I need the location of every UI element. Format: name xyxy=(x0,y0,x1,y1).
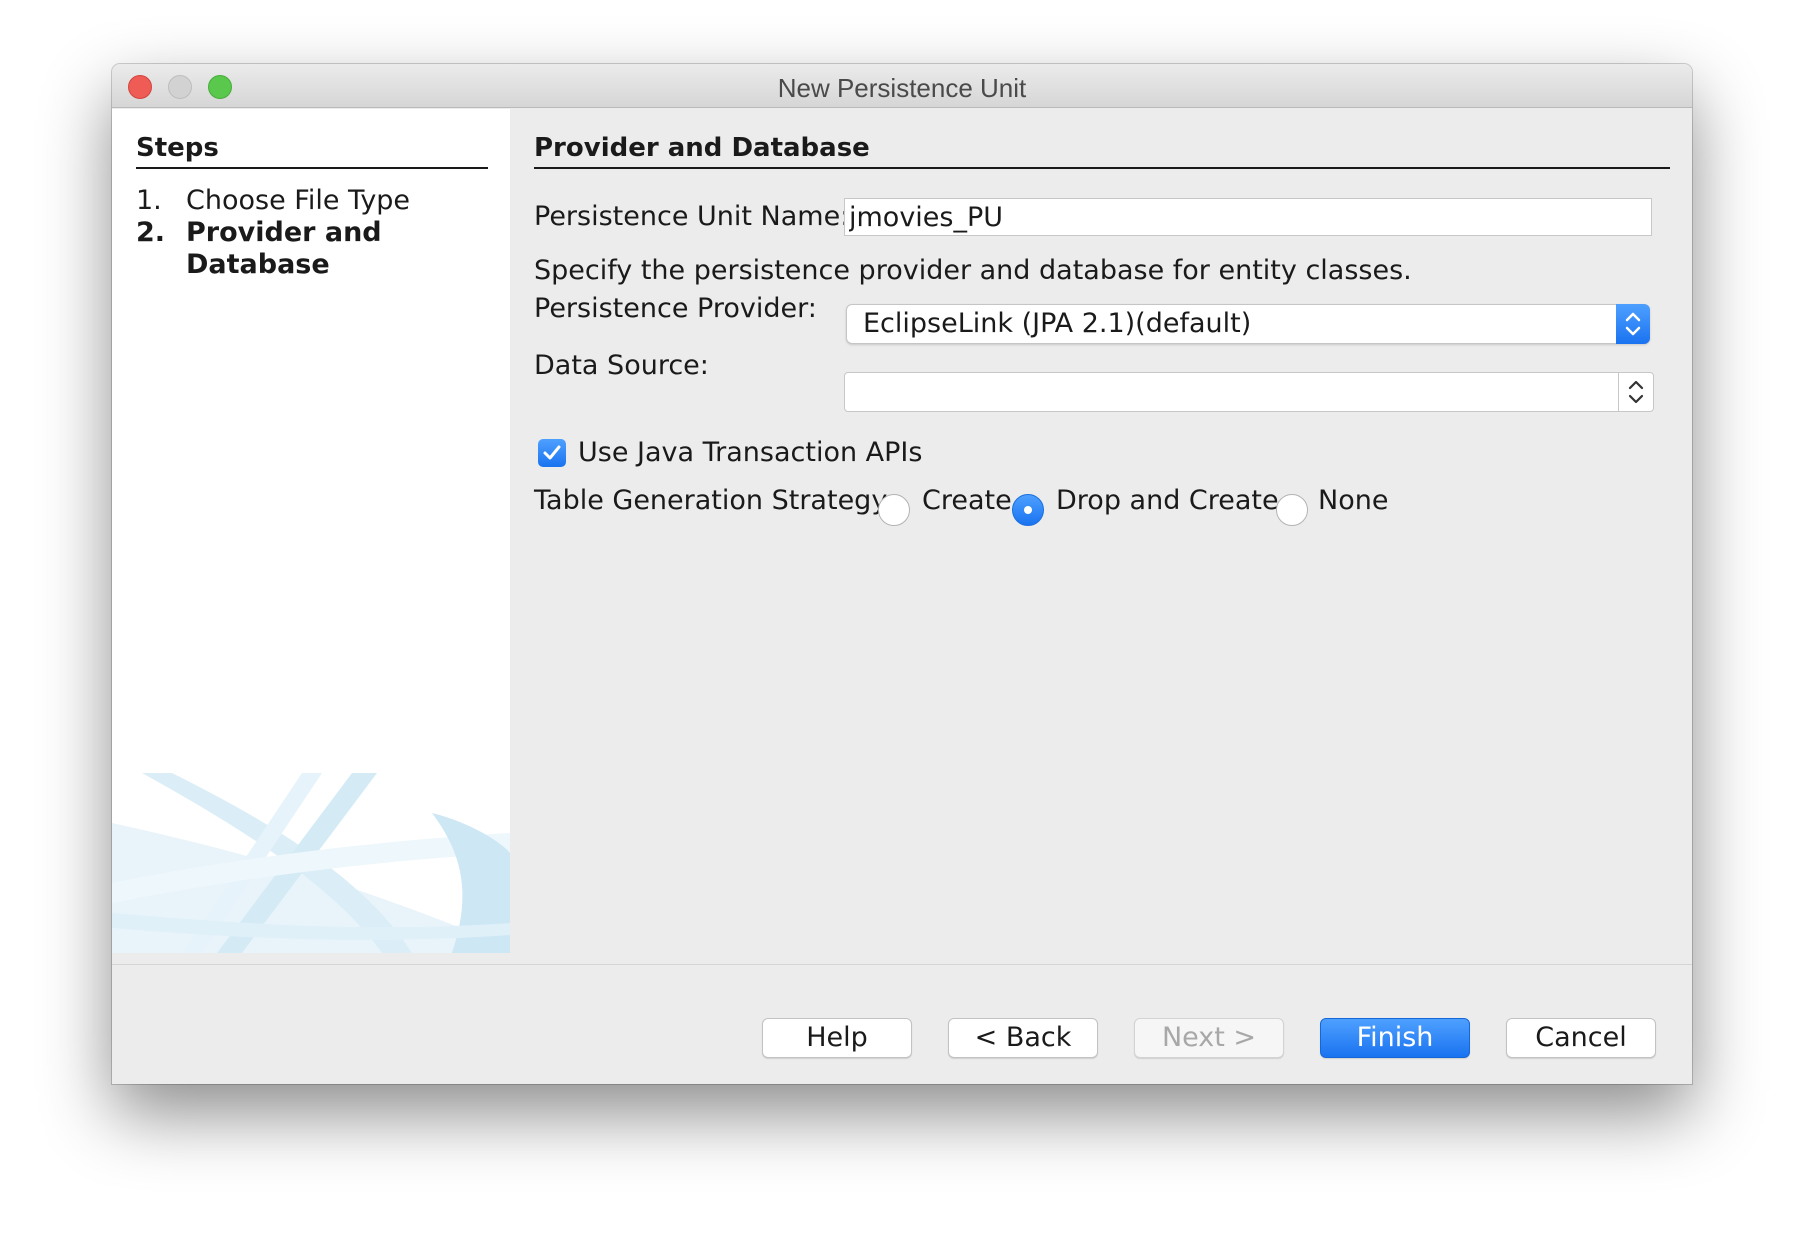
strategy-option-drop-and-create-label[interactable]: Drop and Create xyxy=(1056,485,1279,516)
unit-name-input[interactable] xyxy=(844,198,1652,236)
updown-chevron-icon xyxy=(1616,304,1650,344)
help-button[interactable]: Help xyxy=(762,1018,912,1058)
step-label: Choose File Type xyxy=(186,185,411,216)
provider-select[interactable]: EclipseLink (JPA 2.1)(default) xyxy=(846,304,1650,344)
decorative-swoosh-graphic xyxy=(112,773,510,953)
main-content: Provider and Database Persistence Unit N… xyxy=(534,109,1670,526)
finish-button[interactable]: Finish xyxy=(1320,1018,1470,1058)
strategy-radio-none[interactable] xyxy=(1276,494,1308,526)
provider-label: Persistence Provider: xyxy=(534,293,817,324)
next-button[interactable]: Next > xyxy=(1134,1018,1284,1058)
data-source-combobox[interactable] xyxy=(844,372,1654,412)
footer-divider xyxy=(112,964,1692,965)
data-source-field[interactable] xyxy=(845,373,1619,411)
step-item-choose-file-type: 1. Choose File Type xyxy=(136,185,496,219)
description-text: Specify the persistence provider and dat… xyxy=(534,255,1412,286)
strategy-radio-drop-and-create[interactable] xyxy=(1012,494,1044,526)
window-title: New Persistence Unit xyxy=(777,73,1027,103)
cancel-button[interactable]: Cancel xyxy=(1506,1018,1656,1058)
unit-name-label: Persistence Unit Name: xyxy=(534,201,850,232)
strategy-radio-create[interactable] xyxy=(878,494,910,526)
updown-chevron-icon[interactable] xyxy=(1619,373,1653,411)
section-title: Provider and Database xyxy=(534,133,1670,169)
back-button[interactable]: < Back xyxy=(948,1018,1098,1058)
jta-checkbox-label[interactable]: Use Java Transaction APIs xyxy=(578,437,922,468)
provider-select-value: EclipseLink (JPA 2.1)(default) xyxy=(863,308,1252,339)
strategy-label: Table Generation Strategy: xyxy=(534,485,895,516)
steps-panel: Steps 1. Choose File Type 2. Provider an… xyxy=(112,109,510,953)
step-label: Provider and Database xyxy=(186,217,382,280)
step-number: 1. xyxy=(136,185,162,216)
steps-heading: Steps xyxy=(136,133,488,169)
strategy-option-create-label[interactable]: Create xyxy=(922,485,1012,516)
step-number: 2. xyxy=(136,217,166,248)
dialog-window: New Persistence Unit Steps 1. Choose Fil… xyxy=(112,64,1692,1084)
checkmark-icon xyxy=(543,445,561,460)
jta-checkbox[interactable] xyxy=(538,439,566,467)
title-bar: New Persistence Unit xyxy=(112,64,1692,108)
data-source-label: Data Source: xyxy=(534,350,709,381)
strategy-option-none-label[interactable]: None xyxy=(1318,485,1388,516)
step-item-provider-and-database: 2. Provider and Database xyxy=(136,217,496,283)
